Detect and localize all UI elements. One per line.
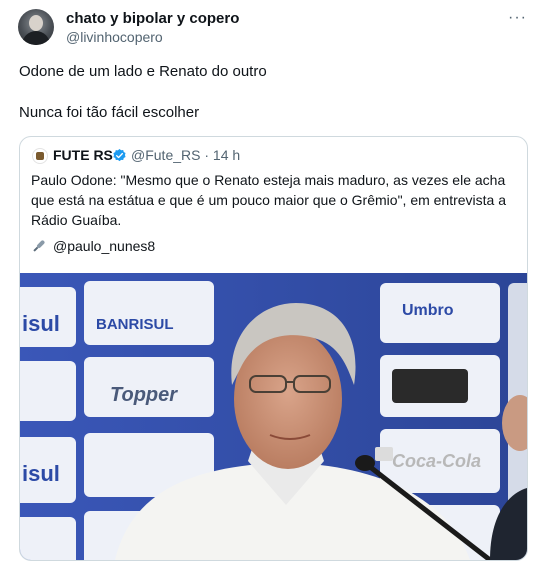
tweet-text-line-1: Odone de um lado e Renato do outro: [19, 63, 267, 80]
author-avatar[interactable]: [18, 9, 54, 45]
quoted-text: Paulo Odone: "Mesmo que o Renato esteja …: [31, 170, 521, 230]
backdrop-word: isul: [22, 311, 60, 336]
quoted-text-line: que está na estátua e que é um pouco mai…: [31, 192, 507, 208]
press-conference-photo: isul BANRISUL Topper Umbro Coca-Cola isu…: [20, 273, 527, 560]
quoted-name[interactable]: FUTE RS: [53, 147, 113, 163]
quoted-text-line: Rádio Guaíba.: [31, 212, 122, 228]
more-options-icon[interactable]: ···: [508, 9, 527, 27]
quoted-photo[interactable]: isul BANRISUL Topper Umbro Coca-Cola isu…: [20, 273, 527, 560]
author-display-name[interactable]: chato y bipolar y copero: [66, 10, 239, 27]
tweet-text-line-2: Nunca foi tão fácil escolher: [19, 104, 200, 121]
quoted-tweet[interactable]: FUTE RS @Fute_RS · 14 h Paulo Odone: "Me…: [19, 136, 528, 561]
backdrop-word: Topper: [110, 384, 178, 406]
author-handle[interactable]: @livinhocopero: [66, 29, 163, 45]
quoted-mention[interactable]: @paulo_nunes8: [53, 238, 155, 254]
verified-badge-icon: [113, 148, 126, 162]
backdrop-word: isul: [22, 461, 60, 486]
backdrop-word: Umbro: [402, 302, 454, 319]
quoted-mention-row: @paulo_nunes8: [31, 238, 155, 254]
quoted-avatar[interactable]: [32, 148, 48, 164]
backdrop-word: Coca-Cola: [392, 451, 481, 471]
quoted-text-line: Paulo Odone: "Mesmo que o Renato esteja …: [31, 172, 506, 188]
avatar-head: [29, 15, 43, 31]
avatar-shoulders: [22, 31, 50, 45]
microphone-icon: [33, 240, 45, 252]
quoted-handle-time[interactable]: @Fute_RS · 14 h: [131, 147, 240, 163]
backdrop-word: BANRISUL: [96, 316, 174, 333]
tweet: chato y bipolar y copero @livinhocopero …: [0, 0, 545, 568]
